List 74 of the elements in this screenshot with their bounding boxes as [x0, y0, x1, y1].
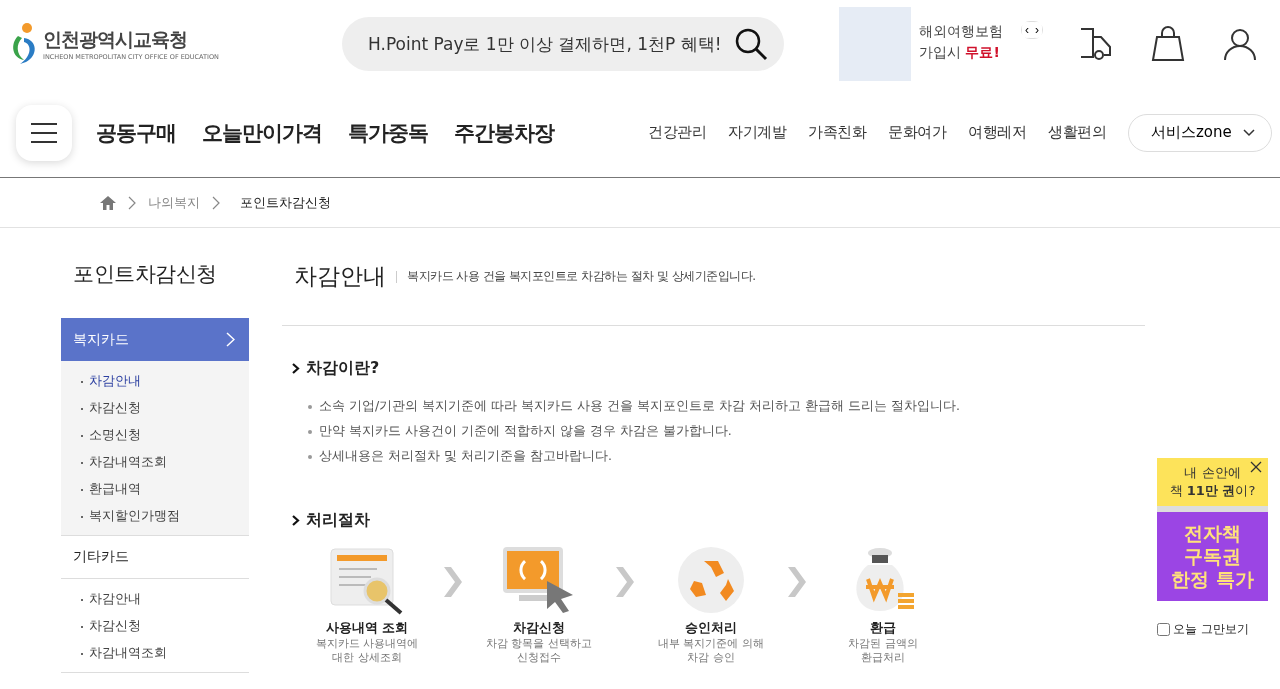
- sidebar-title: 포인트차감신청: [73, 261, 218, 288]
- step-description: 복지카드 사용내역에 대한 상세조회: [315, 637, 419, 665]
- truck-icon[interactable]: [1079, 27, 1113, 61]
- prev-button[interactable]: ‹: [1022, 22, 1032, 38]
- sidebar-item[interactable]: 차감내역조회: [81, 639, 249, 666]
- banner-text: 내 손안에: [1184, 464, 1241, 482]
- bullet-text: 만약 복지카드 사용건이 기준에 적합하지 않을 경우 차감은 불가합니다.: [319, 423, 732, 438]
- user-icon[interactable]: [1223, 27, 1257, 61]
- main-menu-link[interactable]: 공동구매: [96, 118, 176, 147]
- category-link[interactable]: 자기계발: [728, 123, 786, 142]
- main-menu-link[interactable]: 주간봉차장: [454, 118, 554, 147]
- banner-headline: 전자책: [1184, 522, 1241, 545]
- sidebar-item[interactable]: 소명신청: [81, 421, 249, 448]
- step-description: 차감 항목을 선택하고 신청접수: [486, 637, 592, 665]
- home-icon[interactable]: [100, 195, 116, 210]
- bullet-icon: [308, 404, 312, 409]
- checkbox-label[interactable]: 오늘 그만보기: [1173, 621, 1249, 638]
- shopping-bag-icon[interactable]: [1151, 26, 1185, 62]
- sidebar-group[interactable]: 기타카드: [61, 536, 249, 579]
- sidebar-item[interactable]: 환급내역: [81, 475, 249, 502]
- chevron-right-icon: [212, 195, 220, 210]
- ebook-ad-banner[interactable]: 내 손안에 책 11만 권이? 전자책 구독권 한정 특가: [1157, 458, 1268, 601]
- category-link[interactable]: 가족친화: [808, 123, 866, 142]
- checkbox[interactable]: [1157, 623, 1170, 636]
- menu-icon[interactable]: [31, 121, 57, 144]
- sidebar-item[interactable]: 차감안내: [81, 585, 249, 612]
- chevron-right-icon: [226, 332, 235, 347]
- next-button[interactable]: ›: [1032, 22, 1042, 38]
- sidebar-item[interactable]: 복지할인가맹점: [81, 502, 249, 529]
- service-zone-dropdown[interactable]: 서비스zone: [1128, 113, 1272, 152]
- chevron-right-icon: [614, 565, 636, 599]
- step-description: 차감된 금액의 환급처리: [848, 637, 918, 665]
- sidebar-item[interactable]: 차감신청: [81, 394, 249, 421]
- section-heading: 차감이란?: [306, 358, 380, 379]
- category-link[interactable]: 건강관리: [648, 123, 706, 142]
- chevron-right-icon: [786, 565, 808, 599]
- sidebar-item[interactable]: 차감안내: [81, 367, 249, 394]
- chevron-down-icon: [1243, 128, 1255, 137]
- search-icon[interactable]: [734, 27, 768, 61]
- banner-headline: 한정 특가: [1171, 568, 1254, 591]
- step-title: 승인처리: [685, 619, 737, 637]
- promo-text[interactable]: 해외여행보험 가입시 무료!: [919, 21, 1003, 63]
- step-description: 내부 복지기준에 의해 차감 승인: [658, 637, 764, 665]
- page-title: 차감안내: [294, 262, 386, 291]
- category-link[interactable]: 문화여가: [888, 123, 946, 142]
- step-title: 차감신청: [513, 619, 565, 637]
- breadcrumb-item[interactable]: 포인트차감신청: [240, 193, 331, 212]
- sidebar-item[interactable]: 차감신청: [81, 612, 249, 639]
- chevron-right-icon: [292, 363, 300, 374]
- banner-text: 책 11만 권이?: [1169, 482, 1256, 500]
- sidebar-item[interactable]: 차감내역조회: [81, 448, 249, 475]
- banner-headline: 구독권: [1184, 545, 1241, 568]
- logo-name: 인천광역시교육청: [43, 27, 188, 52]
- page-description: 복지카드 사용 건을 복지포인트로 차감하는 절차 및 상세기준입니다.: [407, 268, 756, 285]
- step-title: 환급: [870, 619, 896, 637]
- bullet-text: 상세내용은 처리절차 및 처리기준을 참고바랍니다.: [319, 448, 612, 463]
- sidebar-group[interactable]: 복지카드: [61, 318, 249, 361]
- search-field[interactable]: H.Point Pay로 1만 이상 결제하면, 1천P 혜택!: [366, 33, 734, 55]
- category-link[interactable]: 생활편의: [1048, 123, 1106, 142]
- bullet-icon: [308, 429, 312, 434]
- category-link[interactable]: 여행레저: [968, 123, 1026, 142]
- chevron-right-icon: [292, 515, 300, 526]
- bullet-icon: [308, 454, 312, 459]
- breadcrumb-item[interactable]: 나의복지: [148, 193, 200, 212]
- search-bar[interactable]: H.Point Pay로 1만 이상 결제하면, 1천P 혜택!: [342, 17, 784, 71]
- main-menu-link[interactable]: 특가중독: [348, 118, 428, 147]
- chevron-right-icon: [442, 565, 464, 599]
- menu-button[interactable]: [16, 104, 72, 161]
- section-heading: 처리절차: [306, 510, 370, 531]
- recycle-icon: [676, 545, 746, 615]
- chevron-right-icon: [128, 195, 136, 210]
- main-menu-link[interactable]: 오늘만이가격: [202, 118, 322, 147]
- bullet-text: 소속 기업/기관의 복지기준에 따라 복지카드 사용 건을 복지포인트로 차감 처리하고 환급해 드리는 절차입니다.: [319, 398, 960, 413]
- step-title: 사용내역 조회: [325, 619, 409, 637]
